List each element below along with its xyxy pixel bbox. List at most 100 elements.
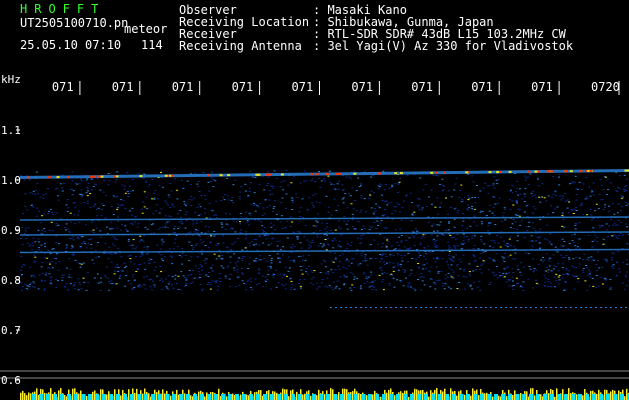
noise-dot [301,198,304,200]
noise-dot [123,185,126,187]
noise-dot [74,182,77,184]
noise-dot [58,261,61,263]
noise-dot [582,271,585,273]
noise-dot [519,285,522,287]
signal-hotspot [47,176,51,179]
noise-dot [274,229,277,230]
noise-dot [411,202,414,204]
level-base [347,394,351,400]
noise-dot [199,264,202,266]
noise-dot [590,191,593,193]
noise-dot [193,197,196,199]
noise-dot [99,189,102,191]
noise-dot [78,281,81,283]
noise-dot [441,233,444,235]
noise-dot [592,194,595,196]
noise-dot [609,288,612,290]
signal-hotspot [377,172,381,175]
noise-dot [164,215,167,217]
noise-dot [588,186,591,188]
noise-dot [220,222,223,224]
noise-dot [588,273,591,275]
noise-dot [547,269,550,271]
level-bar [274,391,276,400]
noise-dot [337,280,340,282]
level-bar [422,390,424,400]
noise-dot [289,216,292,218]
noise-dot [547,271,550,273]
noise-dot [487,225,490,227]
noise-dot [117,216,119,218]
noise-dot [532,228,535,230]
noise-dot [602,188,605,190]
signal-hotspot [280,173,284,176]
noise-dot [624,274,627,276]
noise-dot [330,287,333,289]
noise-dot [167,194,170,196]
noise-dot [325,272,327,274]
noise-dot [408,282,411,284]
noise-dot [342,266,345,268]
noise-dot [303,180,306,182]
noise-dot [184,214,187,216]
noise-dot [281,283,284,285]
noise-dot [563,226,565,228]
noise-dot [238,257,241,259]
noise-dot [38,210,41,212]
noise-dot [509,227,512,229]
noise-dot [580,202,583,204]
noise-dot [377,224,380,226]
noise-dot [138,286,141,288]
noise-dot [279,221,282,223]
level-bar [44,393,46,400]
signal-hotspot [546,170,550,173]
noise-dot [516,235,519,237]
noise-dot [616,212,619,214]
noise-dot [273,170,276,172]
noise-dot [259,259,262,261]
noise-dot [377,188,380,190]
noise-dot [473,244,476,246]
noise-dot [207,247,210,249]
noise-dot [354,228,357,230]
noise-dot [245,234,248,236]
noise-dot [86,187,89,189]
noise-dot [68,276,71,278]
noise-dot [448,254,451,256]
noise-dot [116,196,119,197]
level-bar [526,391,528,400]
noise-dot [92,205,95,207]
noise-dot [612,224,615,226]
signal-hotspot [499,171,502,173]
noise-dot [471,207,474,209]
noise-dot [449,274,452,276]
noise-dot [418,208,421,210]
noise-dot [574,175,577,177]
level-base [319,394,323,400]
level-base [333,394,337,400]
noise-dot [44,280,47,282]
noise-dot [421,280,424,282]
noise-dot [331,260,334,262]
noise-dot [533,270,536,272]
noise-dot [236,269,239,271]
noise-dot [455,177,458,179]
noise-dot [468,197,471,199]
level-bar [128,389,130,400]
noise-dot [577,278,580,280]
noise-dot [371,175,374,176]
noise-dot [550,286,553,288]
noise-dot [115,283,118,285]
noise-dot [391,245,393,247]
noise-dot [596,241,599,243]
noise-dot [188,270,191,271]
noise-dot [80,178,82,180]
noise-dot [25,288,28,290]
noise-dot [448,245,450,247]
noise-dot [37,229,40,231]
signal-hotspot [113,175,117,178]
noise-dot [414,289,417,291]
noise-dot [199,283,202,285]
noise-dot [540,259,543,261]
noise-dot [498,197,501,199]
